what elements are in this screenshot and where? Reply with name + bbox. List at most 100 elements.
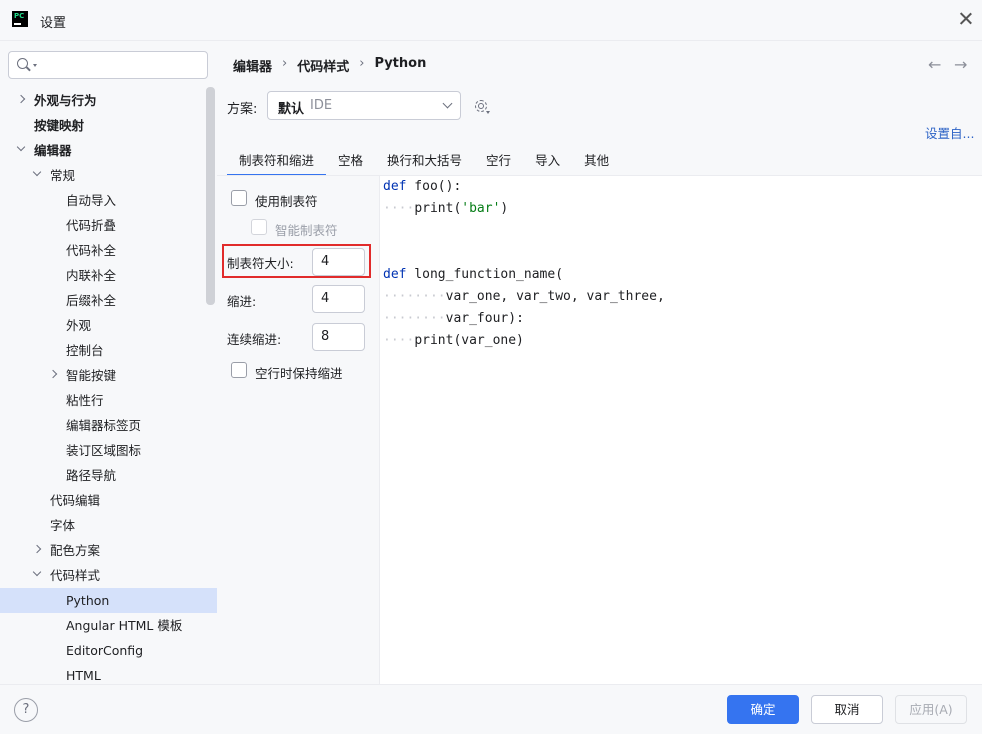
code-preview[interactable]: def foo(): ····print('bar') def long_fun…: [379, 176, 982, 684]
sidebar-tree-item[interactable]: 自动导入: [0, 188, 217, 213]
pycharm-app-icon: PC: [12, 11, 28, 27]
sidebar-tree-item[interactable]: 装订区域图标: [0, 438, 217, 463]
settings-search-input[interactable]: [41, 54, 201, 76]
sidebar-tree-item-label: 粘性行: [66, 393, 104, 408]
breadcrumb-item-code-style[interactable]: 代码样式: [297, 56, 349, 75]
indent-options-panel: 使用制表符 智能制表符 制表符大小: 4 缩进: 4 连续缩进: 8 空行时保持…: [217, 176, 379, 684]
settings-search-box[interactable]: [8, 51, 208, 79]
smart-tab-label: 智能制表符: [275, 223, 338, 238]
sidebar-tree-item[interactable]: 常规: [0, 163, 217, 188]
tab-spaces[interactable]: 空格: [326, 149, 375, 176]
chevron-down-icon[interactable]: [16, 142, 26, 152]
apply-button: 应用(A): [895, 695, 967, 724]
dialog-footer: ? 确定 取消 应用(A): [0, 684, 982, 734]
scheme-scope: IDE: [310, 98, 333, 113]
breadcrumb-item-editor[interactable]: 编辑器: [233, 56, 272, 75]
chevron-right-icon[interactable]: [32, 544, 42, 554]
breadcrumb-separator: ›: [359, 56, 365, 71]
search-icon: [17, 58, 28, 69]
help-icon[interactable]: ?: [14, 698, 38, 722]
main-panel: 编辑器 › 代码样式 › Python ← → 方案: 默认 IDE 设置自..…: [217, 41, 982, 684]
sidebar-tree-item-label: 编辑器标签页: [66, 418, 142, 433]
smart-tab-checkbox: [251, 219, 267, 235]
sidebar-tree-item-label: 内联补全: [66, 268, 117, 283]
tab-imports[interactable]: 导入: [523, 149, 572, 176]
settings-sidebar: 外观与行为按键映射编辑器 常规 自动导入代码折叠代码补全内联补全后缀补全外观 控制台智…: [0, 41, 217, 684]
chevron-right-icon[interactable]: [16, 94, 26, 104]
sidebar-tree-item[interactable]: EditorConfig: [0, 638, 217, 663]
sidebar-tree-item-label: 装订区域图标: [66, 443, 142, 458]
code-line: ····print('bar'): [383, 201, 509, 216]
sidebar-tree-item-label: Python: [66, 593, 110, 608]
sidebar-tree-item[interactable]: 代码样式: [0, 563, 217, 588]
sidebar-tree-item[interactable]: 代码编辑: [0, 488, 217, 513]
forward-arrow-icon[interactable]: →: [954, 55, 967, 74]
tab-tabs-and-indents[interactable]: 制表符和缩进: [227, 149, 327, 176]
breadcrumb: 编辑器 › 代码样式 › Python: [233, 56, 426, 75]
tab-size-input[interactable]: 4: [312, 248, 365, 276]
sidebar-tree-item[interactable]: 按键映射: [0, 113, 217, 138]
sidebar-tree-item[interactable]: 内联补全: [0, 263, 217, 288]
code-line: ····print(var_one): [383, 333, 524, 348]
scheme-name: 默认: [278, 102, 305, 117]
settings-tree: 外观与行为按键映射编辑器 常规 自动导入代码折叠代码补全内联补全后缀补全外观 控制台智…: [0, 88, 217, 684]
chevron-down-icon: [442, 98, 453, 109]
sidebar-tree-item-label: 路径导航: [66, 468, 117, 483]
sidebar-scrollbar[interactable]: [206, 87, 215, 305]
tab-wrapping-and-braces[interactable]: 换行和大括号: [375, 149, 474, 176]
cancel-button[interactable]: 取消: [811, 695, 883, 724]
sidebar-tree-item[interactable]: 智能按键: [0, 363, 217, 388]
sidebar-tree-item-label: EditorConfig: [66, 643, 144, 658]
sidebar-tree-item-label: 后缀补全: [66, 293, 117, 308]
sidebar-tree-item-label: 代码样式: [50, 568, 101, 583]
tab-blank-lines[interactable]: 空行: [474, 149, 523, 176]
scheme-dropdown[interactable]: 默认 IDE: [267, 91, 461, 120]
sidebar-tree-item-label: 外观与行为: [34, 93, 97, 108]
sidebar-tree-item[interactable]: 配色方案: [0, 538, 217, 563]
code-line: ········var_four):: [383, 311, 524, 326]
sidebar-tree-item[interactable]: 代码折叠: [0, 213, 217, 238]
window-title: 设置: [40, 16, 67, 31]
sidebar-tree-item[interactable]: Angular HTML 模板: [0, 613, 217, 638]
tab-size-label: 制表符大小:: [227, 256, 294, 271]
sidebar-tree-item[interactable]: 编辑器标签页: [0, 413, 217, 438]
gear-icon[interactable]: [473, 98, 490, 114]
sidebar-tree-item[interactable]: 外观与行为: [0, 88, 217, 113]
title-bar: PC 设置: [0, 0, 982, 41]
set-from-link[interactable]: 设置自...: [925, 123, 974, 142]
chevron-down-icon[interactable]: [32, 167, 42, 177]
sidebar-tree-item[interactable]: 路径导航: [0, 463, 217, 488]
sidebar-tree-item[interactable]: 后缀补全: [0, 288, 217, 313]
keep-indent-checkbox[interactable]: [231, 362, 247, 378]
sidebar-tree-item-label: 配色方案: [50, 543, 101, 558]
keep-indent-label: 空行时保持缩进: [255, 366, 343, 381]
search-dropdown-caret-icon[interactable]: [33, 64, 37, 67]
sidebar-tree-item-label: 代码折叠: [66, 218, 117, 233]
ok-button[interactable]: 确定: [727, 695, 799, 724]
sidebar-tree-item[interactable]: 代码补全: [0, 238, 217, 263]
indent-label: 缩进:: [227, 294, 257, 309]
chevron-down-icon[interactable]: [32, 567, 42, 577]
code-line: def foo():: [383, 179, 462, 194]
sidebar-tree-item[interactable]: Python: [0, 588, 217, 613]
sidebar-tree-item[interactable]: 编辑器: [0, 138, 217, 163]
code-style-tabs: 制表符和缩进 空格 换行和大括号 空行 导入 其他: [227, 149, 621, 176]
sidebar-tree-item[interactable]: 字体: [0, 513, 217, 538]
sidebar-tree-item[interactable]: 粘性行: [0, 388, 217, 413]
sidebar-tree-item-label: 智能按键: [66, 368, 117, 383]
breadcrumb-separator: ›: [282, 56, 288, 71]
sidebar-tree-item[interactable]: 外观: [0, 313, 217, 338]
sidebar-tree-item[interactable]: 控制台: [0, 338, 217, 363]
sidebar-tree-item[interactable]: HTML: [0, 663, 217, 684]
continuation-indent-input[interactable]: 8: [312, 323, 365, 351]
continuation-indent-label: 连续缩进:: [227, 332, 282, 347]
tab-other[interactable]: 其他: [572, 149, 621, 176]
close-icon[interactable]: [956, 9, 976, 29]
sidebar-tree-item-label: 按键映射: [34, 118, 85, 133]
indent-input[interactable]: 4: [312, 285, 365, 313]
use-tab-checkbox[interactable]: [231, 190, 247, 206]
scheme-label: 方案:: [227, 102, 258, 117]
chevron-right-icon[interactable]: [48, 369, 58, 379]
back-arrow-icon[interactable]: ←: [928, 55, 941, 74]
code-line: ········var_one, var_two, var_three,: [383, 289, 665, 304]
